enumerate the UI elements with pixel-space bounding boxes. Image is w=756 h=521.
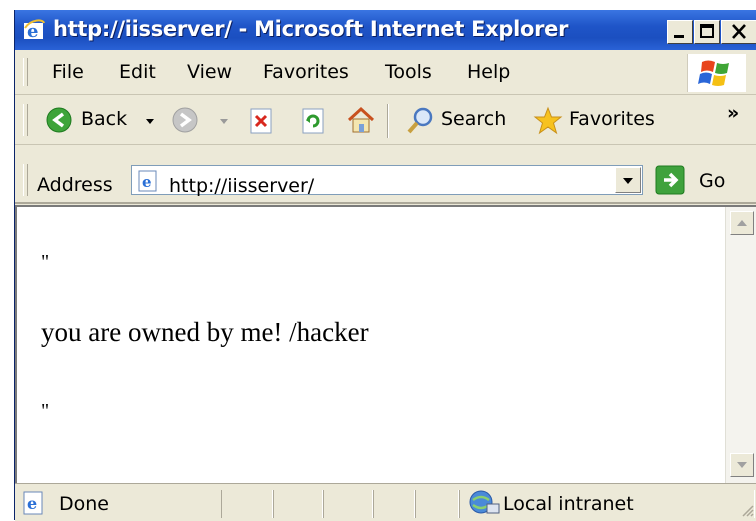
menu-file[interactable]: File (52, 61, 84, 83)
go-button[interactable]: Go (655, 164, 745, 196)
toolbar-overflow-chevron[interactable]: » (727, 102, 739, 124)
toolbar-grip[interactable] (23, 104, 28, 136)
scroll-up-icon (737, 220, 747, 226)
menu-grip[interactable] (23, 58, 28, 86)
vertical-scrollbar[interactable] (725, 207, 756, 483)
address-url[interactable]: http://iisserver/ (169, 175, 314, 197)
menu-view[interactable]: View (187, 61, 232, 83)
status-bar: e Done Local intranet (15, 483, 756, 521)
maximize-button[interactable] (694, 20, 720, 44)
windows-flag-icon (698, 60, 729, 86)
back-button[interactable]: Back (41, 102, 161, 138)
scroll-down-button[interactable] (730, 453, 754, 477)
close-button[interactable] (721, 20, 756, 44)
back-arrow-icon (46, 107, 72, 133)
menu-help[interactable]: Help (467, 61, 510, 83)
forward-dropdown-icon (220, 119, 228, 124)
status-panel (415, 490, 459, 518)
back-label: Back (81, 108, 128, 130)
maximize-icon (700, 24, 714, 38)
status-text: Done (59, 493, 109, 515)
refresh-icon[interactable] (301, 108, 327, 134)
resize-grip-icon[interactable] (741, 504, 755, 518)
page-quote-close: " (41, 400, 50, 422)
page-status-icon: e (23, 491, 43, 515)
scroll-down-icon (737, 462, 747, 468)
standard-toolbar: Back Search Favorites » (15, 96, 756, 145)
favorites-label: Favorites (569, 108, 655, 130)
window-title: http://iisserver/ - Microsoft Internet E… (53, 17, 569, 41)
svg-text:e: e (27, 494, 37, 513)
menu-edit[interactable]: Edit (119, 61, 156, 83)
search-icon (407, 107, 433, 134)
close-icon (732, 24, 746, 39)
status-panel (273, 490, 323, 518)
address-label: Address (37, 174, 113, 196)
go-label: Go (699, 170, 726, 192)
forward-arrow-icon (172, 107, 198, 133)
go-arrow-icon (655, 165, 685, 195)
svg-text:e: e (142, 173, 152, 191)
status-panel (323, 490, 373, 518)
menu-favorites[interactable]: Favorites (263, 61, 349, 83)
back-dropdown-icon (146, 119, 154, 124)
forward-button[interactable] (169, 102, 241, 138)
status-panel (373, 490, 415, 518)
local-intranet-icon (469, 490, 500, 514)
address-bar: Address e http://iisserver/ Go (15, 146, 756, 204)
search-button[interactable]: Search (399, 102, 527, 138)
favorites-star-icon (533, 106, 563, 135)
ie-window: e http://iisserver/ - Microsoft Internet… (14, 10, 756, 521)
search-label: Search (441, 108, 507, 130)
home-icon[interactable] (345, 104, 377, 136)
page-quote-open: " (41, 251, 50, 273)
toolbar-separator (387, 104, 389, 138)
page-icon: e (138, 170, 157, 192)
address-grip[interactable] (23, 164, 28, 196)
menu-tools[interactable]: Tools (385, 61, 432, 83)
page-message: you are owned by me! /hacker (41, 317, 369, 347)
zone-text: Local intranet (503, 493, 634, 515)
page-content: " you are owned by me! /hacker " (15, 205, 756, 483)
menu-bar: File Edit View Favorites Tools Help (15, 50, 756, 95)
title-bar[interactable]: e http://iisserver/ - Microsoft Internet… (15, 10, 756, 50)
ie-logo-icon: e (24, 19, 45, 41)
chevron-down-icon (623, 178, 633, 184)
minimize-button[interactable] (667, 20, 693, 44)
favorites-button[interactable]: Favorites (529, 102, 669, 138)
windows-logo (687, 54, 746, 92)
minimize-icon (674, 35, 684, 38)
scroll-up-button[interactable] (730, 211, 754, 235)
stop-icon[interactable] (249, 108, 275, 134)
status-panel (221, 490, 273, 518)
address-dropdown-button[interactable] (615, 167, 641, 193)
